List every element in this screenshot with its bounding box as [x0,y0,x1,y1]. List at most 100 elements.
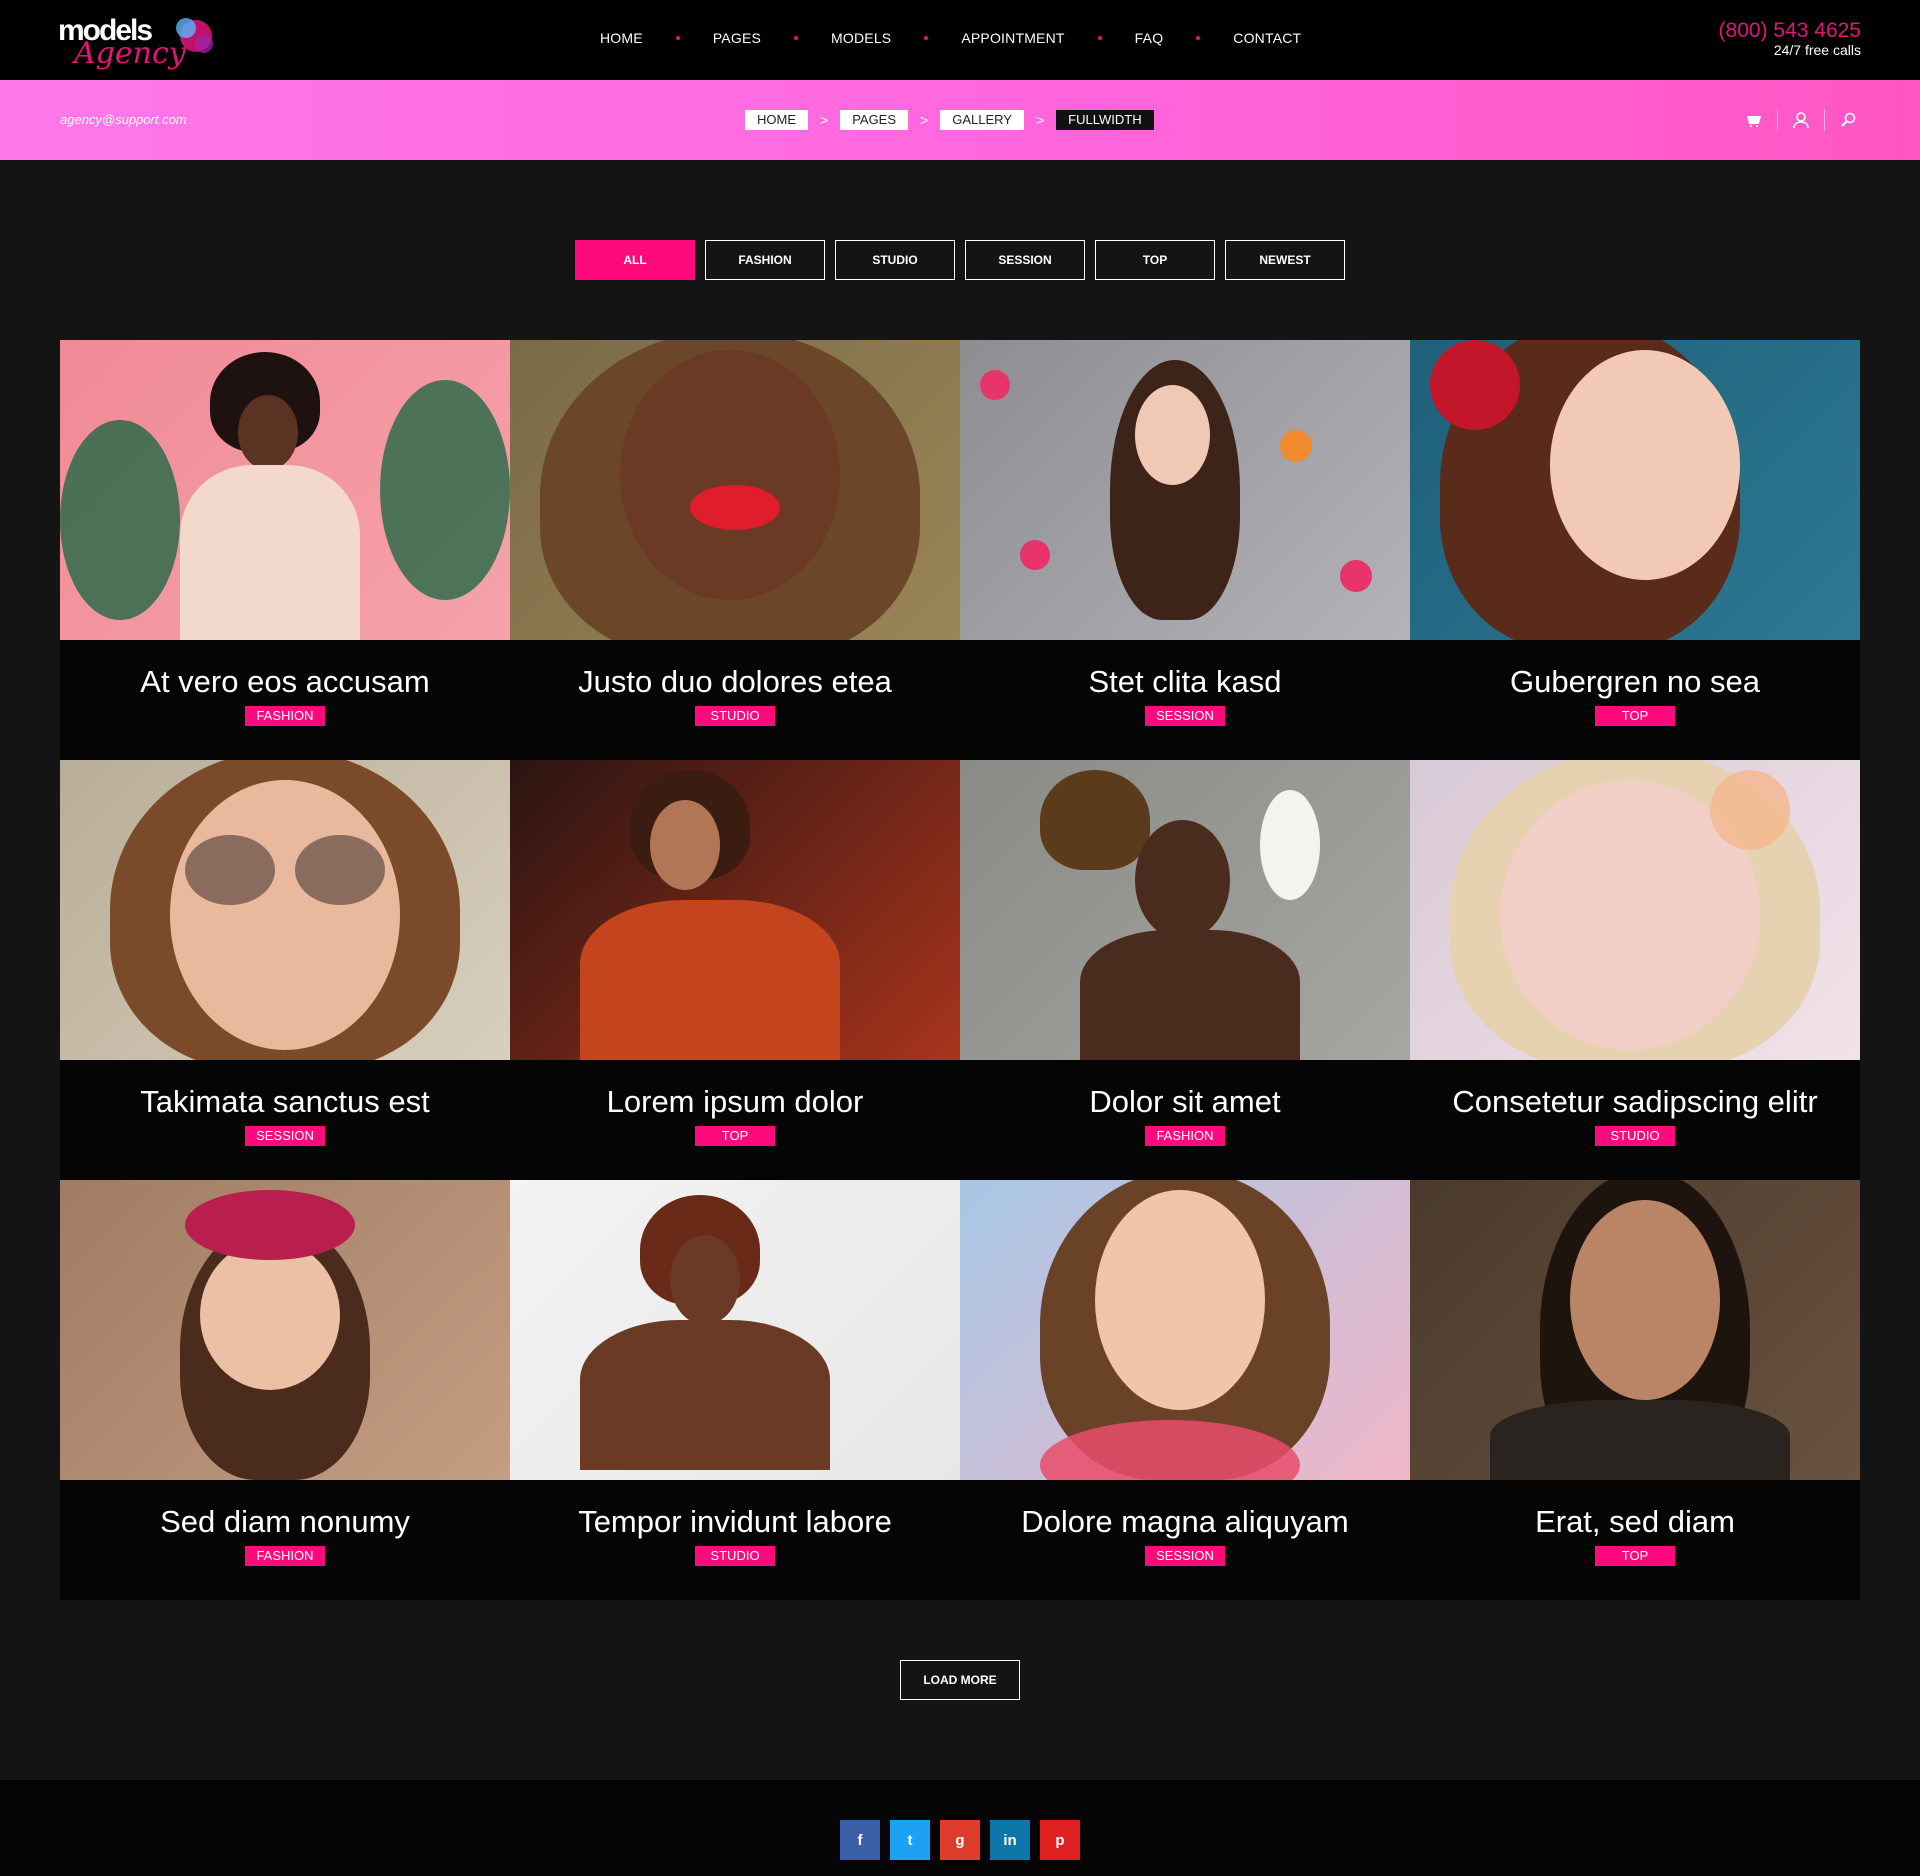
nav-divider-dot [924,36,929,40]
gallery-item[interactable]: Consetetur sadipscing elitr STUDIO [1410,760,1860,1180]
filter-newest[interactable]: NEWEST [1225,240,1345,280]
cart-icon[interactable] [1742,108,1766,132]
gallery-title: Sed diam nonumy [160,1504,410,1539]
filter-fashion[interactable]: FASHION [705,240,825,280]
filter-top[interactable]: TOP [1095,240,1215,280]
gallery-photo [510,1180,960,1480]
footer: f t g in p [0,1780,1920,1876]
gallery-photo [60,760,510,1060]
gallery-title: Tempor invidunt labore [578,1504,892,1539]
gallery-item[interactable]: Dolor sit amet FASHION [960,760,1410,1180]
gallery-photo [1410,340,1860,640]
pinterest-icon[interactable]: p [1040,1820,1080,1860]
icon-divider [1777,109,1778,131]
gallery-tag[interactable]: FASHION [245,1546,325,1566]
gallery-item[interactable]: Sed diam nonumy FASHION [60,1180,510,1600]
gallery-caption: Stet clita kasd SESSION [960,640,1410,760]
gallery-title: Lorem ipsum dolor [606,1084,864,1119]
gallery-title: Takimata sanctus est [140,1084,430,1119]
breadcrumb-pages[interactable]: PAGES [840,110,909,130]
gallery-tag[interactable]: TOP [1595,706,1675,726]
gallery-caption: Justo duo dolores etea STUDIO [510,640,960,760]
breadcrumb-fullwidth: FULLWIDTH [1056,110,1154,130]
gallery-photo [60,340,510,640]
nav-divider-dot [794,36,799,40]
gallery-photo [510,760,960,1060]
gallery-item[interactable]: Gubergren no sea TOP [1410,340,1860,760]
gallery-item[interactable]: Stet clita kasd SESSION [960,340,1410,760]
gallery-tag[interactable]: FASHION [1145,1126,1225,1146]
social-links: f t g in p [840,1820,1090,1860]
facebook-icon[interactable]: f [840,1820,880,1860]
gallery-tag[interactable]: SESSION [1145,1546,1225,1566]
linkedin-icon[interactable]: in [990,1820,1030,1860]
sub-header: agency@support.com HOME > PAGES > GALLER… [0,80,1920,160]
nav-appointment[interactable]: APPOINTMENT [961,30,1064,46]
chevron-right-icon: > [820,112,829,128]
main-nav: HOME PAGES MODELS APPOINTMENT FAQ CONTAC… [600,30,1301,46]
breadcrumb-gallery[interactable]: GALLERY [940,110,1024,130]
gallery-tag[interactable]: SESSION [1145,706,1225,726]
nav-divider-dot [675,36,680,40]
gallery-tag[interactable]: TOP [695,1126,775,1146]
gallery-item[interactable]: Takimata sanctus est SESSION [60,760,510,1180]
breadcrumb-home[interactable]: HOME [745,110,808,130]
gallery-title: Justo duo dolores etea [578,664,892,699]
logo[interactable]: models Agency [58,14,218,74]
gallery-caption: Takimata sanctus est SESSION [60,1060,510,1180]
gallery-caption: Dolor sit amet FASHION [960,1060,1410,1180]
nav-models[interactable]: MODELS [831,30,891,46]
filter-all[interactable]: ALL [575,240,695,280]
user-icon[interactable] [1789,108,1813,132]
icon-divider [1824,109,1825,131]
gallery-caption: Gubergren no sea TOP [1410,640,1860,760]
nav-home[interactable]: HOME [600,30,643,46]
gallery-photo [960,340,1410,640]
gallery-title: Dolor sit amet [1089,1084,1281,1119]
gallery-title: At vero eos accusam [140,664,430,699]
gallery-tag[interactable]: FASHION [245,706,325,726]
gallery-photo [1410,1180,1860,1480]
gallery-tag[interactable]: STUDIO [1595,1126,1675,1146]
phone-number[interactable]: (800) 543 4625 [1719,20,1861,42]
nav-faq[interactable]: FAQ [1135,30,1164,46]
nav-contact[interactable]: CONTACT [1233,30,1301,46]
gallery-caption: Consetetur sadipscing elitr STUDIO [1410,1060,1860,1180]
nav-divider-dot [1097,36,1102,40]
gallery-item[interactable]: At vero eos accusam FASHION [60,340,510,760]
load-more-button[interactable]: LOAD MORE [900,1660,1020,1700]
gallery-item[interactable]: Dolore magna aliquyam SESSION [960,1180,1410,1600]
gallery-tag[interactable]: SESSION [245,1126,325,1146]
top-header: models Agency HOME PAGES MODELS APPOINTM… [0,0,1920,80]
gallery-title: Erat, sed diam [1535,1504,1735,1539]
phone-subtitle: 24/7 free calls [1773,42,1861,58]
gallery-title: Gubergren no sea [1510,664,1760,699]
gallery-caption: At vero eos accusam FASHION [60,640,510,760]
gallery-caption: Dolore magna aliquyam SESSION [960,1480,1410,1600]
gallery-photo [1410,760,1860,1060]
gallery-photo [60,1180,510,1480]
google-plus-icon[interactable]: g [940,1820,980,1860]
gallery-item[interactable]: Justo duo dolores etea STUDIO [510,340,960,760]
gallery-tag[interactable]: STUDIO [695,1546,775,1566]
filter-session[interactable]: SESSION [965,240,1085,280]
nav-pages[interactable]: PAGES [713,30,761,46]
gallery-photo [510,340,960,640]
gallery-item[interactable]: Lorem ipsum dolor TOP [510,760,960,1180]
filter-studio[interactable]: STUDIO [835,240,955,280]
twitter-icon[interactable]: t [890,1820,930,1860]
gallery-title: Consetetur sadipscing elitr [1452,1084,1818,1119]
logo-script-text: Agency [74,36,186,71]
gallery-item[interactable]: Tempor invidunt labore STUDIO [510,1180,960,1600]
gallery-title: Dolore magna aliquyam [1021,1504,1349,1539]
breadcrumb: HOME > PAGES > GALLERY > FULLWIDTH [745,110,1154,130]
gallery-grid: At vero eos accusam FASHION Justo duo do… [60,340,1860,1600]
gallery-tag[interactable]: TOP [1595,1546,1675,1566]
chevron-right-icon: > [920,112,929,128]
gallery-item[interactable]: Erat, sed diam TOP [1410,1180,1860,1600]
search-icon[interactable] [1836,108,1860,132]
gallery-caption: Tempor invidunt labore STUDIO [510,1480,960,1600]
support-email[interactable]: agency@support.com [60,112,187,127]
gallery-caption: Erat, sed diam TOP [1410,1480,1860,1600]
gallery-tag[interactable]: STUDIO [695,706,775,726]
